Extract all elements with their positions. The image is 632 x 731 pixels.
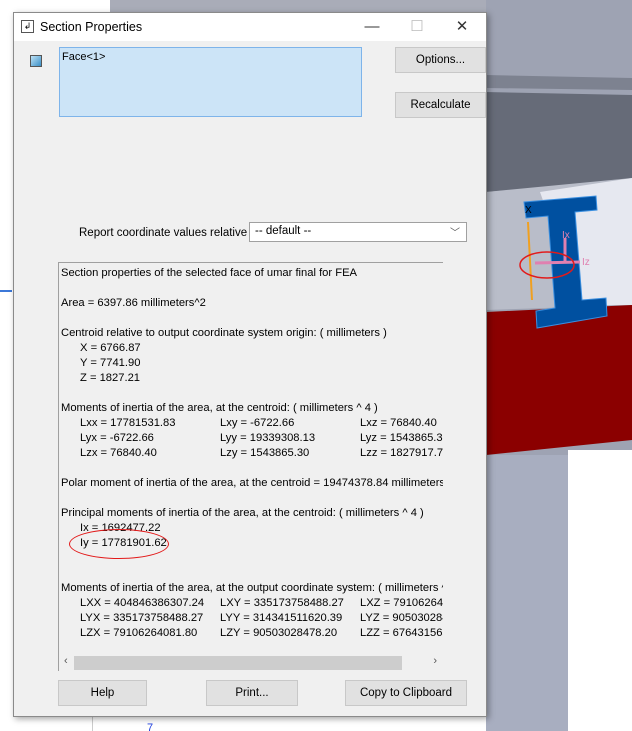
moi-c: Lyx = -6722.66 (80, 432, 154, 444)
moi-c: Lyy = 19339308.13 (220, 432, 316, 444)
moi-o: LXY = 335173758488.27 (220, 597, 344, 609)
minimize-icon[interactable]: — (352, 13, 392, 41)
report-area: Area = 6397.86 millimeters^2 (61, 297, 206, 309)
copy-to-clipboard-button[interactable]: Copy to Clipboard (345, 680, 467, 706)
report-heading: Section properties of the selected face … (61, 267, 357, 279)
moi-o: LZZ = 676431565 (360, 627, 443, 639)
report-text-area[interactable]: Section properties of the selected face … (58, 262, 443, 671)
polar-moment: Polar moment of inertia of the area, at … (61, 477, 443, 489)
coord-label: Report coordinate values relative to: (79, 227, 264, 239)
scroll-right-icon[interactable]: › (433, 655, 437, 667)
face-cube-icon (30, 55, 42, 67)
moi-o: LZX = 79106264081.80 (80, 627, 198, 639)
scrollbar-thumb[interactable] (74, 656, 402, 670)
coord-selected: -- default -- (255, 225, 312, 237)
moi-c: Lxz = 76840.40 (360, 417, 437, 429)
selection-list[interactable]: Face<1> (59, 47, 362, 117)
divider (92, 717, 93, 731)
moi-centroid-title: Moments of inertia of the area, at the c… (61, 402, 378, 414)
help-button[interactable]: Help (58, 680, 147, 706)
moi-o: LXZ = 791062640 (360, 597, 443, 609)
principal-title: Principal moments of inertia of the area… (61, 507, 424, 519)
selection-item[interactable]: Face<1> (62, 51, 105, 63)
label-iz: Iz (582, 257, 590, 268)
close-icon[interactable]: ✕ (442, 13, 482, 41)
centroid-z: Z = 1827.21 (80, 372, 141, 384)
scroll-left-icon[interactable]: ‹ (64, 655, 68, 667)
moi-c: Lzy = 1543865.30 (220, 447, 310, 459)
moi-o: LYY = 314341511620.39 (220, 612, 343, 624)
chevron-down-icon: ﹀ (450, 228, 460, 239)
blue-line (0, 290, 12, 292)
annotation-ellipse-iy (69, 529, 169, 559)
moi-o: LXX = 404846386307.24 (80, 597, 205, 609)
coord-system-select[interactable]: -- default -- ﹀ (249, 222, 467, 242)
maximize-icon[interactable]: ☐ (397, 13, 437, 41)
section-properties-dialog: ↲ Section Properties — ☐ ✕ Face<1> Optio… (13, 12, 487, 717)
bg-right (568, 450, 632, 731)
options-button[interactable]: Options... (395, 47, 486, 73)
label-ix: Ix (562, 230, 570, 241)
moi-output-title: Moments of inertia of the area, at the o… (61, 582, 443, 594)
centroid-title: Centroid relative to output coordinate s… (61, 327, 387, 339)
moi-o: LZY = 90503028478.20 (220, 627, 338, 639)
bg-number: 7 (147, 722, 153, 731)
moi-c: Lzz = 1827917.73 (360, 447, 443, 459)
print-button[interactable]: Print... (206, 680, 298, 706)
label-x: X (525, 205, 532, 216)
red-base (486, 305, 632, 455)
centroid-x: X = 6766.87 (80, 342, 141, 354)
section-properties-icon: ↲ (21, 20, 34, 33)
moi-c: Lxx = 17781531.83 (80, 417, 176, 429)
centroid-y: Y = 7741.90 (80, 357, 141, 369)
recalculate-button[interactable]: Recalculate (395, 92, 486, 118)
moi-c: Lyz = 1543865.30 (360, 432, 443, 444)
moi-o: LYX = 335173758488.27 (80, 612, 204, 624)
beam-dark (486, 92, 632, 192)
title-bar[interactable]: ↲ Section Properties — ☐ ✕ (14, 13, 486, 41)
moi-o: LYZ = 905030284 (360, 612, 443, 624)
dialog-title: Section Properties (40, 20, 143, 34)
moi-c: Lzx = 76840.40 (80, 447, 157, 459)
moi-c: Lxy = -6722.66 (220, 417, 295, 429)
horizontal-scrollbar[interactable]: ‹ › (59, 654, 443, 671)
